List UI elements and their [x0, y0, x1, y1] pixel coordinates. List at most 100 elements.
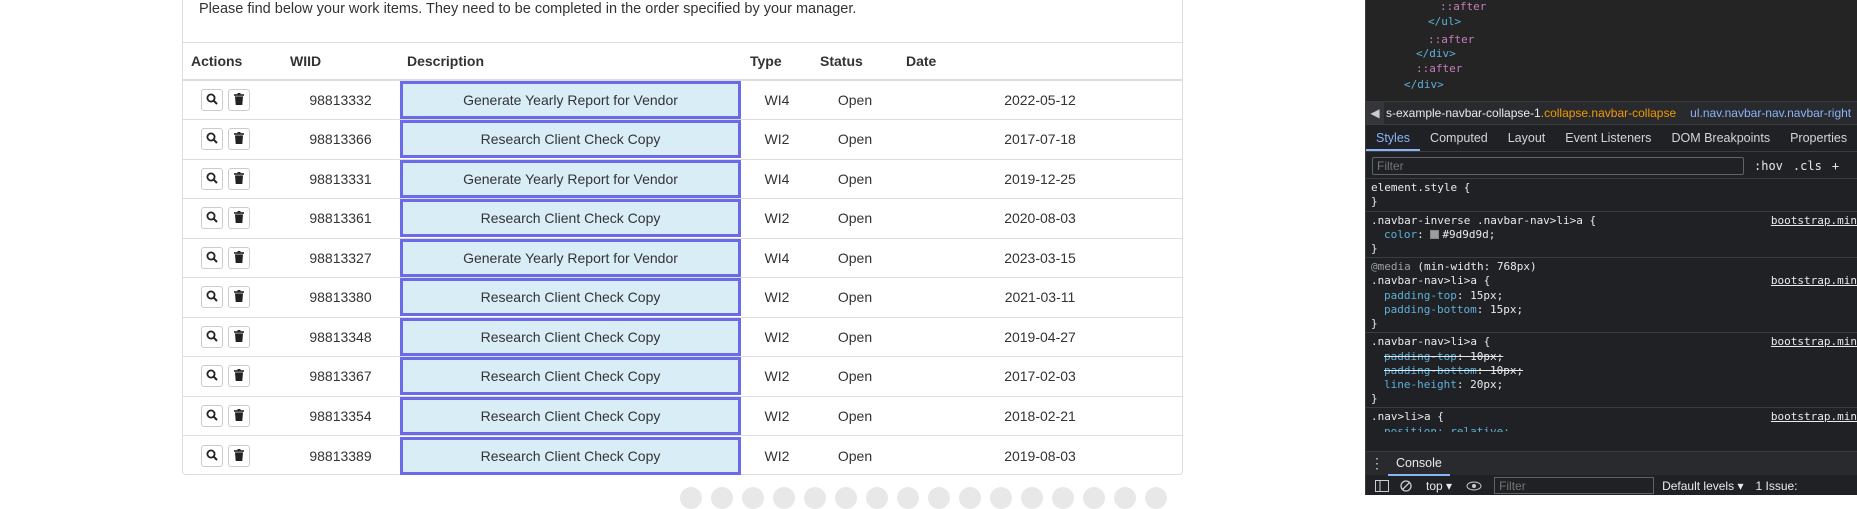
delete-button[interactable] [228, 246, 250, 269]
dom-node[interactable]: </div> [1404, 78, 1444, 91]
context-select[interactable]: top ▾ [1426, 479, 1452, 493]
rule-selector[interactable]: .nav>li>a { [1371, 410, 1444, 423]
delete-button[interactable] [228, 128, 250, 151]
pagination-dot[interactable] [1052, 487, 1074, 509]
rule-selector[interactable]: .navbar-nav>li>a { [1371, 274, 1490, 287]
new-rule-icon[interactable]: + [1832, 159, 1839, 173]
media-condition: (min-width: 768px) [1417, 260, 1537, 273]
description-link[interactable]: Generate Yearly Report for Vendor [400, 159, 741, 198]
console-filter-input[interactable] [1494, 477, 1655, 494]
prop-value: 15px; [1489, 303, 1524, 316]
view-button[interactable] [201, 404, 223, 427]
sidebar-toggle-icon[interactable] [1374, 479, 1390, 493]
rule-source-link[interactable]: bootstrap.min [1771, 335, 1857, 348]
rule-divider [1366, 332, 1857, 333]
tab-dom-breakpoints[interactable]: DOM Breakpoints [1661, 127, 1780, 151]
description-link[interactable]: Research Client Check Copy [400, 357, 741, 396]
rule-source-link[interactable]: bootstrap.min [1771, 214, 1857, 227]
pagination-dot[interactable] [1021, 487, 1043, 509]
view-button[interactable] [201, 89, 223, 111]
delete-button[interactable] [228, 365, 250, 388]
rule-selector[interactable]: .navbar-nav>li>a { [1371, 335, 1490, 348]
breadcrumb-item[interactable]: ul.nav.navbar-nav.navbar-right [1688, 106, 1851, 120]
tab-computed[interactable]: Computed [1420, 127, 1498, 151]
description-link[interactable]: Research Client Check Copy [400, 120, 741, 159]
view-button[interactable] [201, 167, 223, 190]
dom-node[interactable]: ::after [1428, 33, 1474, 46]
delete-button[interactable] [228, 167, 250, 190]
rule-declaration-overridden[interactable]: padding-top: 10px; [1384, 350, 1503, 363]
dom-node[interactable]: ::after [1416, 62, 1462, 75]
description-link[interactable]: Research Client Check Copy [400, 436, 741, 475]
dom-node[interactable]: ::after [1440, 0, 1486, 13]
view-button[interactable] [201, 207, 223, 230]
rule-declaration[interactable]: color: #9d9d9d; [1384, 228, 1495, 241]
description-link[interactable]: Generate Yearly Report for Vendor [400, 238, 741, 277]
tab-styles[interactable]: Styles [1366, 127, 1421, 151]
breadcrumb-scroll-left-icon[interactable]: ◀ [1366, 102, 1384, 124]
pagination-dot[interactable] [897, 487, 919, 509]
drawer-menu-icon[interactable]: ⋮ [1366, 455, 1388, 472]
cell-status: Open [812, 158, 898, 199]
rule-declaration[interactable]: line-height: 20px; [1384, 378, 1503, 391]
table-row: 98813332 Generate Yearly Report for Vendo… [183, 80, 1182, 120]
rule-selector[interactable]: .navbar-inverse .navbar-nav>li>a { [1371, 214, 1596, 227]
view-button[interactable] [201, 325, 223, 348]
rule-declaration[interactable]: padding-bottom: 15px; [1384, 303, 1523, 316]
description-link[interactable]: Research Client Check Copy [400, 278, 741, 317]
dom-node[interactable]: </ul> [1428, 15, 1461, 28]
description-link[interactable]: Research Client Check Copy [400, 396, 741, 435]
rule-declaration[interactable]: padding-top: 15px; [1384, 289, 1503, 302]
rule-declaration-overridden[interactable]: padding-bottom: 10px; [1384, 364, 1523, 377]
hov-toggle[interactable]: :hov [1754, 159, 1783, 173]
pagination-dot[interactable] [928, 487, 950, 509]
pagination-dot[interactable] [866, 487, 888, 509]
clear-console-icon[interactable] [1398, 479, 1414, 493]
pagination-dot[interactable] [990, 487, 1012, 509]
pagination-dot[interactable] [711, 487, 733, 509]
styles-rules: element.style { } .navbar-inverse .navba… [1366, 179, 1857, 449]
cell-type: WI2 [742, 198, 812, 238]
eye-icon[interactable] [1466, 479, 1482, 493]
breadcrumb-item[interactable]: s-example-navbar-collapse-1.collapse.nav… [1384, 106, 1676, 120]
rule-source-link[interactable]: bootstrap.min [1771, 274, 1857, 287]
description-link[interactable]: Research Client Check Copy [400, 317, 741, 356]
pagination-dot[interactable] [742, 487, 764, 509]
log-levels-select[interactable]: Default levels ▾ [1662, 479, 1743, 493]
tab-layout[interactable]: Layout [1498, 127, 1556, 151]
delete-button[interactable] [228, 286, 250, 309]
delete-button[interactable] [228, 89, 250, 111]
cls-toggle[interactable]: .cls [1793, 159, 1822, 173]
pagination-dot[interactable] [773, 487, 795, 509]
pagination-dot[interactable] [1145, 487, 1167, 509]
pagination-dot[interactable] [835, 487, 857, 509]
rule-source-link[interactable]: bootstrap.min [1771, 410, 1857, 423]
trash-icon [234, 448, 244, 464]
pagination-dot[interactable] [680, 487, 702, 509]
view-button[interactable] [201, 365, 223, 388]
issues-counter[interactable]: 1 Issue: [1755, 479, 1797, 493]
styles-filter-input[interactable] [1372, 156, 1744, 175]
styles-toolbar: :hov .cls + [1366, 153, 1857, 179]
description-link[interactable]: Research Client Check Copy [400, 199, 741, 238]
description-link[interactable]: Generate Yearly Report for Vendor [400, 81, 741, 119]
tab-event-listeners[interactable]: Event Listeners [1555, 127, 1661, 151]
rule-declaration[interactable]: position: relative; [1384, 425, 1510, 432]
pagination-dot[interactable] [959, 487, 981, 509]
delete-button[interactable] [228, 444, 250, 467]
view-button[interactable] [201, 444, 223, 467]
dom-node[interactable]: </div> [1416, 47, 1456, 60]
tab-properties[interactable]: Properties [1780, 127, 1857, 151]
delete-button[interactable] [228, 404, 250, 427]
view-button[interactable] [201, 128, 223, 151]
view-button[interactable] [201, 246, 223, 269]
header-actions: Actions [183, 43, 282, 81]
tab-console[interactable]: Console [1388, 452, 1450, 476]
pagination-dot[interactable] [1083, 487, 1105, 509]
color-swatch[interactable] [1430, 230, 1440, 239]
delete-button[interactable] [228, 207, 250, 230]
pagination-dot[interactable] [1114, 487, 1136, 509]
pagination-dot[interactable] [804, 487, 826, 509]
delete-button[interactable] [228, 325, 250, 348]
view-button[interactable] [201, 286, 223, 309]
